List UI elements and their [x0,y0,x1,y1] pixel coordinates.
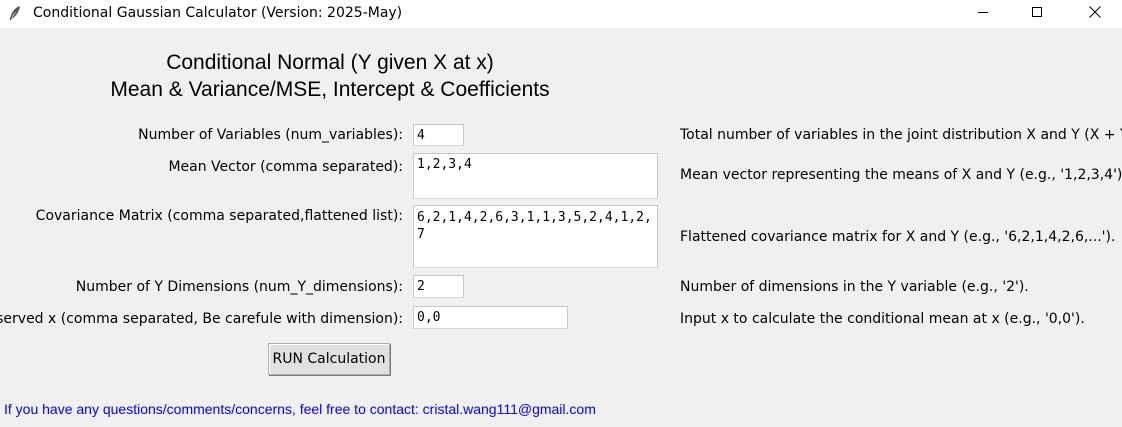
minimize-icon [977,5,989,23]
contact-text: If you have any questions/comments/conce… [4,401,596,417]
observed-x-label: Observed x (comma separated, Be carefule… [0,311,403,327]
maximize-button[interactable] [1014,0,1060,28]
num-variables-description: Total number of variables in the joint d… [680,127,1122,143]
covariance-label: Covariance Matrix (comma separated,flatt… [35,208,403,224]
close-icon [1088,5,1102,24]
num-y-label: Number of Y Dimensions (num_Y_dimensions… [75,279,403,295]
page-subtitle: Mean & Variance/MSE, Intercept & Coeffic… [110,78,550,101]
observed-x-input[interactable]: 0,0 [413,306,568,329]
num-variables-label: Number of Variables (num_variables): [138,127,403,143]
run-calculation-button[interactable]: RUN Calculation [268,343,390,375]
window-title: Conditional Gaussian Calculator (Version… [33,5,403,21]
title-bar: Conditional Gaussian Calculator (Version… [0,0,1122,28]
covariance-description: Flattened covariance matrix for X and Y … [680,229,1116,245]
covariance-input[interactable]: 6,2,1,4,2,6,3,1,1,3,5,2,4,1,2,7 [413,205,658,268]
maximize-icon [1031,5,1043,23]
mean-vector-input[interactable]: 1,2,3,4 [413,153,658,199]
mean-vector-label: Mean Vector (comma separated): [168,159,403,175]
page-title: Conditional Normal (Y given X at x) [166,51,494,74]
feather-icon [8,5,22,21]
observed-x-description: Input x to calculate the conditional mea… [680,311,1085,327]
minimize-button[interactable] [960,0,1006,28]
mean-vector-description: Mean vector representing the means of X … [680,167,1122,183]
close-button[interactable] [1072,0,1118,28]
num-variables-input[interactable]: 4 [413,124,464,146]
num-y-input[interactable]: 2 [413,275,464,298]
num-y-description: Number of dimensions in the Y variable (… [680,279,1029,295]
